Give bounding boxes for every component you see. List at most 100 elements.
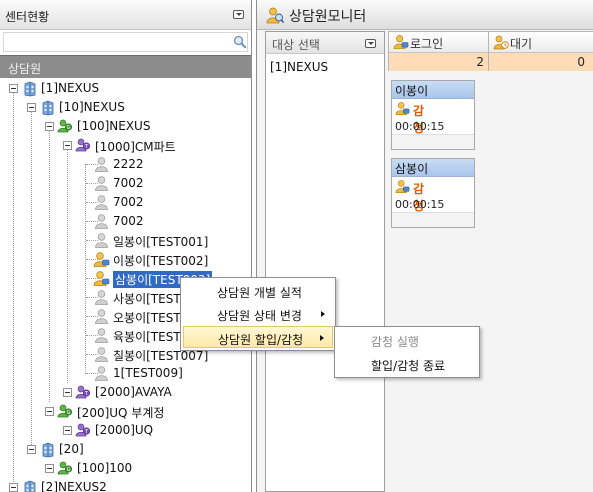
tree-node[interactable]: 일봉이[TEST001] — [0, 231, 251, 250]
tree-node-label: 2222 — [113, 157, 144, 171]
menu-item-barge-monitor[interactable]: 상담원 할입/감청 — [183, 326, 333, 348]
tree-node[interactable]: [1000]CM파트 — [0, 136, 251, 155]
target-collapse-icon[interactable] — [365, 39, 376, 48]
stat-wait-value-cell: 0 — [489, 53, 593, 71]
tree-node-label: [100]NEXUS — [77, 119, 151, 133]
agent-context-menu: 상담원 개별 실적 상담원 상태 변경 상담원 할입/감청 — [180, 277, 336, 351]
agent-gray-icon — [93, 365, 110, 382]
stat-wait-header: 대기 — [489, 32, 593, 53]
target-select-label: 대상 선택 — [272, 38, 320, 52]
agent-card-header: 삼봉이 — [392, 159, 474, 177]
expand-toggle-icon[interactable] — [63, 141, 72, 150]
agent-gray-icon — [93, 289, 110, 306]
building-icon — [21, 479, 38, 492]
tree-node[interactable]: [2]NEXUS2 — [0, 478, 251, 492]
tree-node-label: 이봉이[TEST002] — [113, 254, 209, 268]
search-icon[interactable] — [233, 35, 247, 49]
agent-gray-icon — [93, 308, 110, 325]
tree-node[interactable]: 이봉이[TEST002] — [0, 250, 251, 269]
agent-monitor-panel: 상담원모니터 대상 선택 [1]NEXUS 로그인 2 대기 0 이봉이 감청 … — [256, 0, 593, 492]
expand-toggle-icon[interactable] — [45, 464, 54, 473]
tree-node[interactable]: 2222 — [0, 155, 251, 174]
tree-node[interactable]: 7002 — [0, 174, 251, 193]
stat-login-label: 로그인 — [410, 37, 444, 51]
stat-login-header: 로그인 — [389, 32, 488, 53]
collapse-icon[interactable] — [233, 10, 244, 19]
center-status-header: 센터현황 — [0, 0, 251, 30]
login-icon — [393, 34, 409, 50]
agent-card-time: 00:00:15 — [395, 198, 445, 211]
agent-section-bar: 상담원 — [0, 55, 251, 78]
agent-card-header: 이봉이 — [392, 81, 474, 99]
team-icon — [75, 137, 92, 154]
tree-node[interactable]: [100]100 — [0, 459, 251, 478]
team-icon — [75, 422, 92, 439]
stats-bar: 로그인 2 대기 0 — [388, 31, 593, 71]
agent-monitor-title-icon — [266, 7, 284, 24]
tree-node-label: 7002 — [113, 195, 144, 209]
expand-toggle-icon[interactable] — [9, 483, 18, 492]
group-icon — [57, 118, 74, 135]
target-item[interactable]: [1]NEXUS — [270, 60, 328, 74]
expand-toggle-icon[interactable] — [27, 445, 36, 454]
agent-gray-icon — [93, 156, 110, 173]
stat-wait: 대기 0 — [488, 31, 593, 71]
tree-node[interactable]: [2000]AVAYA — [0, 383, 251, 402]
center-status-title: 센터현황 — [5, 10, 50, 24]
agent-card[interactable]: 삼봉이 감청 00:00:15 — [391, 158, 475, 228]
tree-node[interactable]: 7002 — [0, 212, 251, 231]
tree-node-label: 1[TEST009] — [113, 366, 183, 380]
menu-item-change-status[interactable]: 상담원 상태 변경 — [183, 303, 333, 325]
search-input[interactable] — [7, 34, 227, 50]
stat-wait-label: 대기 — [510, 37, 533, 51]
menu-item-label: 상담원 개별 실적 — [217, 286, 302, 300]
group-icon — [57, 403, 74, 420]
agent-card-footer — [392, 134, 474, 149]
expand-toggle-icon[interactable] — [45, 407, 54, 416]
expand-toggle-icon[interactable] — [45, 122, 54, 131]
tree-node[interactable]: [200]UQ 부계정 — [0, 402, 251, 421]
tree-node-label: 7002 — [113, 214, 144, 228]
agent-gray-icon — [93, 327, 110, 344]
building-icon — [39, 441, 56, 458]
agent-gray-icon — [93, 213, 110, 230]
agent-gray-icon — [93, 175, 110, 192]
tree-node[interactable]: 1[TEST009] — [0, 364, 251, 383]
expand-toggle-icon[interactable] — [9, 84, 18, 93]
tree-node-label: [2000]UQ — [95, 423, 154, 437]
tree-node[interactable]: 7002 — [0, 193, 251, 212]
building-icon — [39, 99, 56, 116]
target-select-header: 대상 선택 — [266, 32, 384, 54]
submenu-arrow-icon — [320, 335, 324, 341]
menu-item-label: 감청 실행 — [371, 335, 419, 349]
tree-node[interactable]: [100]NEXUS — [0, 117, 251, 136]
submenu-arrow-icon — [321, 311, 325, 317]
agent-gray-icon — [93, 346, 110, 363]
stat-login-value-cell: 2 — [389, 53, 488, 71]
expand-toggle-icon[interactable] — [63, 426, 72, 435]
agent-monitor-icon — [395, 101, 410, 116]
menu-item-start-monitoring[interactable]: 감청 실행 — [337, 329, 477, 351]
tree-node[interactable]: [20] — [0, 440, 251, 459]
menu-item-label: 상담원 상태 변경 — [217, 309, 302, 323]
tree-node[interactable]: [1]NEXUS — [0, 79, 251, 98]
tree-node-label: [100]100 — [77, 461, 133, 475]
tree-node-label: [10]NEXUS — [59, 100, 125, 114]
building-icon — [21, 80, 38, 97]
expand-toggle-icon[interactable] — [27, 103, 36, 112]
menu-item-end-barge-monitor[interactable]: 할입/감청 종료 — [337, 353, 477, 375]
expand-toggle-icon[interactable] — [63, 388, 72, 397]
menu-item-agent-performance[interactable]: 상담원 개별 실적 — [183, 280, 333, 302]
tree-node-label: [200]UQ 부계정 — [77, 406, 165, 420]
tree-node[interactable]: [2000]UQ — [0, 421, 251, 440]
tree-node-label: [1]NEXUS — [41, 81, 100, 95]
tree-node[interactable]: [10]NEXUS — [0, 98, 251, 117]
search-box — [3, 32, 248, 52]
tree-node-label: 일봉이[TEST001] — [113, 235, 209, 249]
menu-item-label: 할입/감청 종료 — [371, 359, 446, 373]
agent-monitor-icon — [93, 270, 110, 287]
stat-login-value: 2 — [476, 55, 484, 69]
agent-monitor-icon — [395, 179, 410, 194]
agent-card[interactable]: 이봉이 감청 00:00:15 — [391, 80, 475, 150]
agent-section-label: 상담원 — [8, 62, 42, 76]
